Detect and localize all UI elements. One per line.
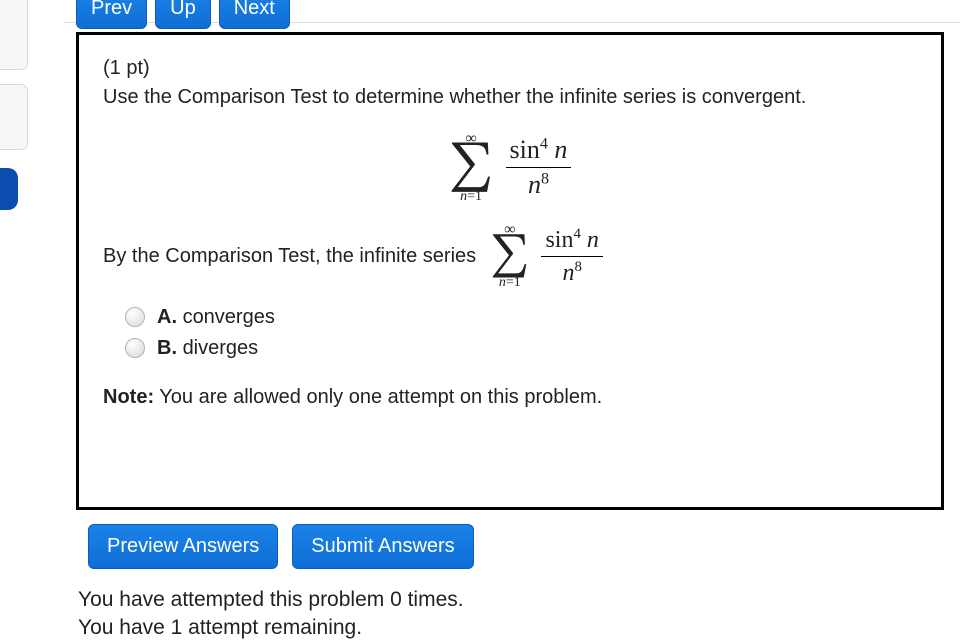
points-label: (1 pt) xyxy=(103,57,917,80)
note-text: You are allowed only one attempt on this… xyxy=(154,386,602,408)
submit-answers-button[interactable]: Submit Answers xyxy=(292,524,473,569)
next-button[interactable]: Next xyxy=(219,0,290,29)
choice-a[interactable]: A. converges xyxy=(125,306,917,329)
page-root: Prev Up Next (1 pt) Use the Comparison T… xyxy=(0,0,960,640)
action-buttons: Preview Answers Submit Answers xyxy=(88,524,474,569)
left-rail xyxy=(0,0,30,640)
sum-lower: n=1 xyxy=(460,190,482,204)
answer-choices: A. converges B. diverges xyxy=(125,306,917,360)
inline-lead-text: By the Comparison Test, the infinite ser… xyxy=(103,245,476,268)
preview-answers-button[interactable]: Preview Answers xyxy=(88,524,278,569)
choice-b[interactable]: B. diverges xyxy=(125,337,917,360)
prev-button[interactable]: Prev xyxy=(76,0,147,29)
sum-lower: n=1 xyxy=(499,276,521,290)
inline-series-line: By the Comparison Test, the infinite ser… xyxy=(103,222,917,290)
radio-icon[interactable] xyxy=(125,338,145,358)
fraction: sin4 n n8 xyxy=(541,226,602,287)
series-expression: ∞ ∑ n=1 sin4 n n8 xyxy=(449,131,572,204)
attempts-made: You have attempted this problem 0 times. xyxy=(78,586,464,614)
sigma-icon: ∑ xyxy=(449,147,494,190)
math-display: ∞ ∑ n=1 sin4 n n8 xyxy=(103,131,917,204)
side-tab[interactable] xyxy=(0,168,18,210)
fraction: sin4 n n8 xyxy=(506,135,572,200)
sigma-icon: ∑ xyxy=(490,238,529,276)
attempts-remaining: You have 1 attempt remaining. xyxy=(78,614,464,640)
radio-icon[interactable] xyxy=(125,307,145,327)
top-nav: Prev Up Next xyxy=(76,0,290,29)
choice-label: A. converges xyxy=(157,306,275,329)
prompt-text: Use the Comparison Test to determine whe… xyxy=(103,86,917,109)
note-label: Note: xyxy=(103,386,154,408)
problem-box: (1 pt) Use the Comparison Test to determ… xyxy=(76,32,944,510)
rail-gap xyxy=(0,70,28,84)
up-button[interactable]: Up xyxy=(155,0,211,29)
choice-label: B. diverges xyxy=(157,337,258,360)
attempt-status: You have attempted this problem 0 times.… xyxy=(78,586,464,640)
rail-segment xyxy=(0,0,28,70)
rail-segment xyxy=(0,84,28,150)
series-expression-inline: ∞ ∑ n=1 sin4 n n8 xyxy=(490,222,603,290)
attempt-note: Note: You are allowed only one attempt o… xyxy=(103,386,917,409)
